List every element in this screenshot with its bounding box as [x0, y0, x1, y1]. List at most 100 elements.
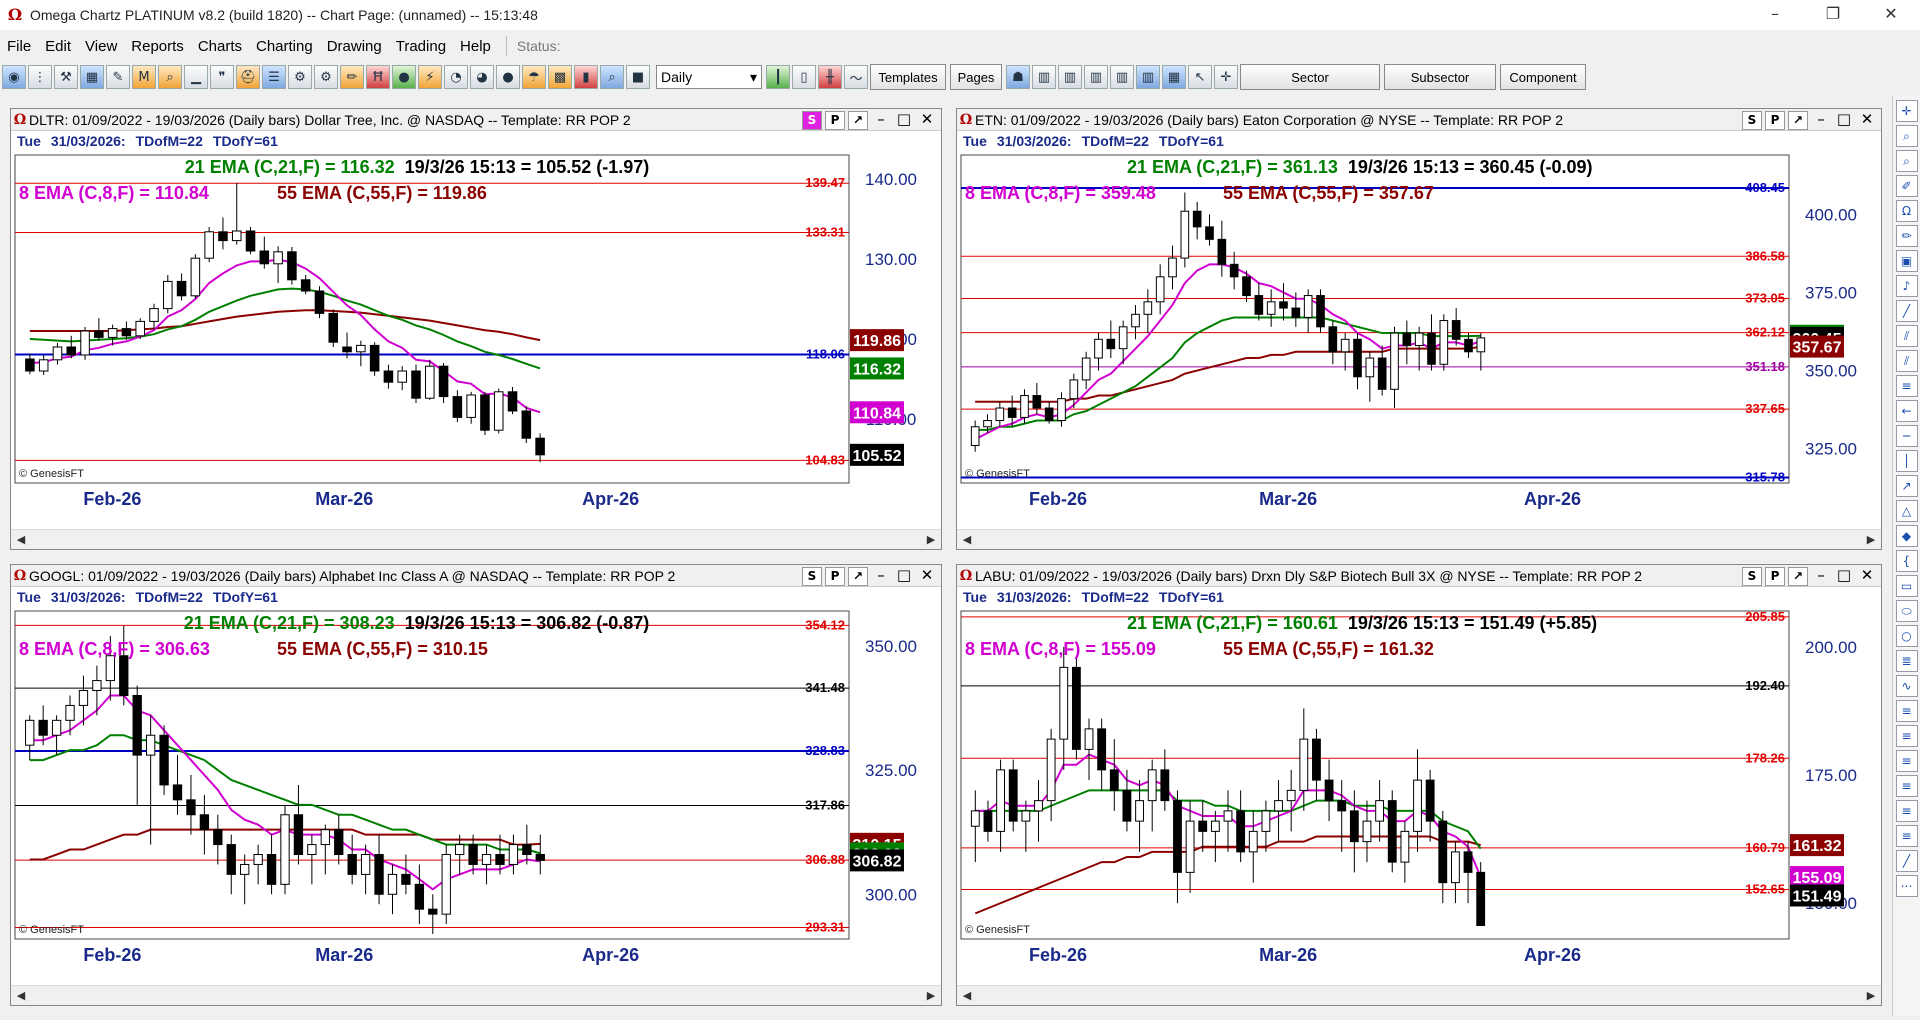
line-chart-icon[interactable]: 〜 — [844, 65, 868, 89]
arrow-tool-icon[interactable]: ↗ — [1895, 475, 1918, 497]
fib-fan-tool-icon[interactable]: ≡ — [1895, 725, 1918, 747]
more-tool-icon[interactable]: ⋯ — [1895, 875, 1918, 897]
candle-chart-icon[interactable]: ▯ — [792, 65, 816, 89]
people-icon[interactable]: ☗ — [1006, 65, 1030, 89]
pen-tool-icon[interactable]: ✏ — [1895, 225, 1918, 247]
sector-button[interactable]: Sector — [1240, 64, 1380, 90]
candle[interactable] — [1205, 214, 1214, 246]
candle[interactable] — [149, 303, 159, 330]
candle[interactable] — [383, 364, 394, 389]
candle[interactable] — [231, 183, 242, 245]
layout-5-icon[interactable]: ▥ — [1136, 65, 1160, 89]
candle[interactable] — [452, 390, 463, 423]
zoom-tool-icon[interactable]: ⌕ — [1895, 125, 1918, 147]
pane-maximize-icon[interactable]: □ — [894, 567, 914, 586]
grid-icon[interactable]: ▩ — [548, 65, 572, 89]
candle[interactable] — [1147, 759, 1157, 832]
pane-p-button[interactable]: P — [1765, 111, 1785, 130]
templates-button[interactable]: Templates — [870, 64, 946, 90]
candle[interactable] — [314, 286, 325, 319]
pane-minimize-icon[interactable]: – — [1811, 567, 1831, 586]
candle[interactable] — [347, 834, 357, 885]
pane-popout-icon[interactable]: ↗ — [1788, 567, 1808, 586]
candle[interactable] — [970, 420, 980, 452]
candle[interactable] — [293, 784, 304, 865]
quote-icon[interactable]: ❞ — [210, 65, 234, 89]
candle[interactable] — [1328, 320, 1338, 365]
rect-tool-icon[interactable]: ▭ — [1895, 575, 1918, 597]
candle[interactable] — [1439, 314, 1449, 371]
ohlc-chart-icon[interactable]: ╫ — [818, 65, 842, 89]
vline-tool-icon[interactable]: │ — [1895, 450, 1918, 472]
candle[interactable] — [135, 318, 145, 339]
stop-icon[interactable]: ■ — [626, 65, 650, 89]
candle[interactable] — [145, 715, 156, 845]
pane-s-button[interactable]: S — [802, 111, 822, 130]
candle[interactable] — [38, 355, 49, 375]
hline-tool-icon[interactable]: ─ — [1895, 425, 1918, 447]
candle[interactable] — [1008, 759, 1018, 832]
candle[interactable] — [1122, 769, 1132, 832]
candle[interactable] — [356, 340, 366, 367]
pane-popout-icon[interactable]: ↗ — [1788, 111, 1808, 130]
candle[interactable] — [425, 359, 435, 400]
menu-reports[interactable]: Reports — [124, 38, 191, 55]
candle[interactable] — [1316, 289, 1325, 334]
candle[interactable] — [240, 854, 250, 905]
price-chart[interactable]: 354.12 341.48 328.83 317.86 306.88 293.31 350.… — [11, 607, 939, 986]
speed-tool-icon[interactable]: ≡ — [1895, 750, 1918, 772]
chart-m-icon[interactable]: M — [132, 65, 156, 89]
candle[interactable] — [507, 387, 518, 415]
scroll-right-icon[interactable]: ▶ — [1861, 986, 1881, 1006]
crosshair-icon[interactable]: ✛ — [1214, 65, 1238, 89]
candle[interactable] — [1387, 790, 1397, 873]
scroll-left-icon[interactable]: ◀ — [957, 986, 977, 1006]
pane-s-button[interactable]: S — [1742, 567, 1762, 586]
candle[interactable] — [1198, 800, 1208, 852]
horizontal-scrollbar[interactable]: ◀ ▶ — [957, 529, 1881, 549]
candle[interactable] — [1084, 718, 1094, 781]
scroll-left-icon[interactable]: ◀ — [11, 530, 31, 550]
candle[interactable] — [186, 775, 196, 835]
candle[interactable] — [1173, 790, 1182, 904]
chart-svg[interactable]: 139.47133.31118.06104.83140.00130.00120.… — [11, 151, 939, 527]
candle[interactable] — [1021, 800, 1031, 852]
cursor-icon[interactable]: ↖ — [1188, 65, 1212, 89]
wrench-icon[interactable]: ✎ — [106, 65, 130, 89]
menu-drawing[interactable]: Drawing — [320, 38, 389, 55]
candle[interactable] — [1450, 841, 1460, 904]
chart-svg[interactable]: 205.85 192.40 178.26 160.79 152.65 200.00 175.… — [957, 607, 1879, 983]
chart-pane-etn[interactable]: Ω ETN: 01/09/2022 - 19/03/2026 (Daily bar… — [956, 108, 1882, 550]
fib-tool-icon[interactable]: ≣ — [1895, 650, 1918, 672]
candle[interactable] — [266, 834, 277, 895]
cycle-tool-icon[interactable]: ≡ — [1895, 775, 1918, 797]
bar-chart-icon[interactable]: ┃ — [766, 65, 790, 89]
candle[interactable] — [1274, 780, 1283, 842]
candle[interactable] — [1143, 289, 1153, 334]
candle[interactable] — [190, 254, 201, 299]
layout-6-icon[interactable]: ▦ — [1162, 65, 1186, 89]
candle[interactable] — [535, 433, 545, 463]
candle[interactable] — [259, 236, 270, 269]
candle[interactable] — [1185, 800, 1195, 893]
candle[interactable] — [1229, 251, 1239, 290]
close-icon[interactable]: ✕ — [1862, 0, 1920, 30]
candle[interactable] — [176, 273, 187, 301]
candle[interactable] — [1353, 333, 1362, 390]
gann-tool-icon[interactable]: ∿ — [1895, 675, 1918, 697]
candle[interactable] — [1109, 739, 1119, 811]
price-chart[interactable]: 408.45 386.58 373.05 362.12 351.18 337.65 315.… — [957, 151, 1879, 530]
candle[interactable] — [25, 715, 35, 761]
spiral-tool-icon[interactable]: ╱ — [1895, 850, 1918, 872]
candle[interactable] — [1254, 283, 1264, 321]
horizontal-scrollbar[interactable]: ◀ ▶ — [11, 985, 941, 1005]
candle[interactable] — [1248, 810, 1258, 883]
candle[interactable] — [1097, 718, 1107, 791]
fan-tool-icon[interactable]: ≡ — [1895, 375, 1918, 397]
pencil-icon[interactable]: ✏ — [340, 65, 364, 89]
candle[interactable] — [204, 227, 214, 263]
window-tool-icon[interactable]: ▣ — [1895, 250, 1918, 272]
candle[interactable] — [996, 759, 1006, 852]
candle[interactable] — [51, 715, 62, 756]
candle[interactable] — [1400, 821, 1410, 883]
